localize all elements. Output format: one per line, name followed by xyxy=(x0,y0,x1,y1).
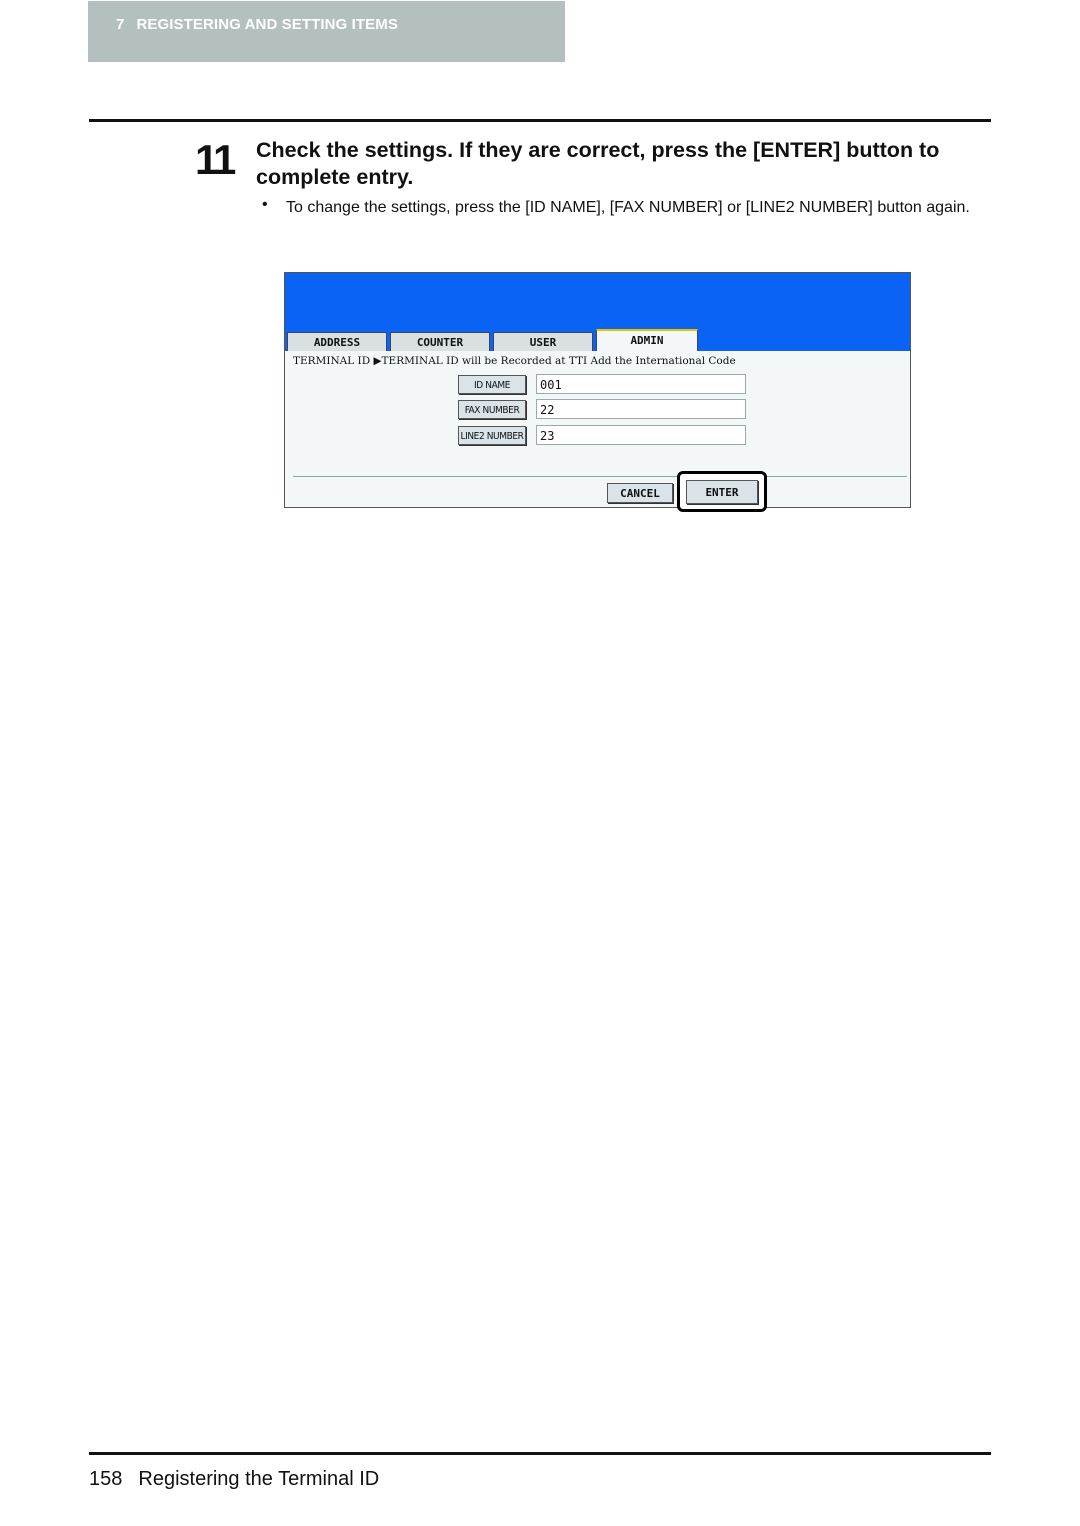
enter-button-highlight: ENTER xyxy=(677,471,767,512)
device-screen-screenshot: ADDRESS COUNTER USER ADMIN TERMINAL ID ▶… xyxy=(284,272,911,508)
screen-divider xyxy=(293,476,907,477)
section-title: Registering the Terminal ID xyxy=(138,1468,380,1490)
line2-number-field[interactable]: 23 xyxy=(536,425,746,445)
chapter-heading: 7 REGISTERING AND SETTING ITEMS xyxy=(116,16,398,33)
id-name-button[interactable]: ID NAME xyxy=(458,375,526,394)
chapter-number: 7 xyxy=(116,16,125,33)
page-footer: 158 Registering the Terminal ID xyxy=(89,1468,379,1491)
page-number: 158 xyxy=(89,1468,123,1490)
cancel-button[interactable]: CANCEL xyxy=(607,483,673,503)
line2-number-button[interactable]: LINE2 NUMBER xyxy=(458,426,526,445)
top-divider xyxy=(89,119,991,122)
fax-number-button[interactable]: FAX NUMBER xyxy=(458,400,526,419)
tab-admin[interactable]: ADMIN xyxy=(596,329,698,351)
step-note: To change the settings, press the [ID NA… xyxy=(286,199,970,216)
step-number: 11 xyxy=(195,136,236,183)
bottom-divider xyxy=(89,1452,991,1455)
id-name-field[interactable]: 001 xyxy=(536,374,746,394)
chapter-title: REGISTERING AND SETTING ITEMS xyxy=(136,16,398,33)
terminal-id-info: TERMINAL ID ▶TERMINAL ID will be Recorde… xyxy=(293,355,736,367)
enter-button[interactable]: ENTER xyxy=(686,480,758,504)
bullet-icon: • xyxy=(262,196,268,213)
tab-address[interactable]: ADDRESS xyxy=(287,332,387,351)
tab-counter[interactable]: COUNTER xyxy=(390,332,490,351)
step-title: Check the settings. If they are correct,… xyxy=(256,138,940,189)
chapter-header-tab: 7 REGISTERING AND SETTING ITEMS xyxy=(88,1,565,62)
fax-number-field[interactable]: 22 xyxy=(536,399,746,419)
tab-user[interactable]: USER xyxy=(493,332,593,351)
